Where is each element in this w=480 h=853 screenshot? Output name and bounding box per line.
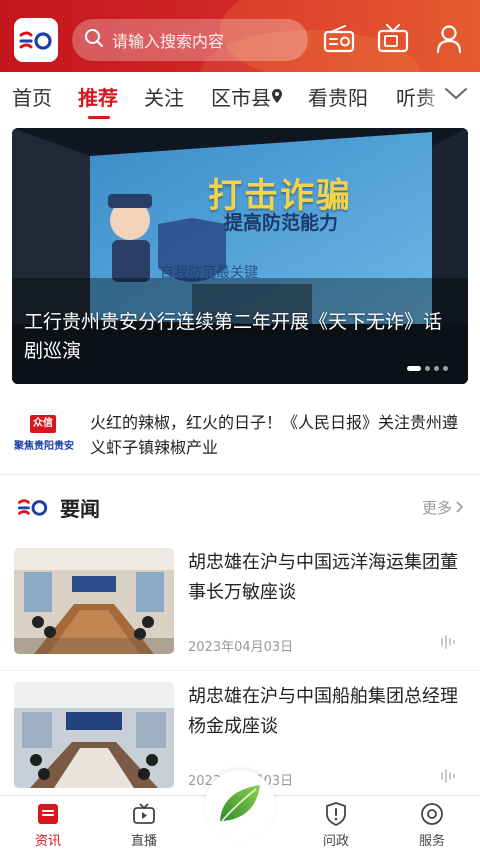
- carousel-dot: [443, 366, 448, 371]
- banner-screen-subtitle: 提高防范能力: [224, 212, 339, 234]
- bottom-tab-label: 资讯: [34, 834, 61, 849]
- service-icon: [420, 802, 444, 826]
- column-logo-top: 众信: [30, 415, 56, 433]
- tab-follow[interactable]: 关注: [144, 82, 184, 111]
- tab-watch-guiyang[interactable]: 看贵阳: [308, 82, 368, 111]
- column-logo-bottom: 聚焦贵阳贵安: [14, 441, 74, 452]
- section-title: 要闻: [60, 497, 100, 521]
- active-tab-indicator: [88, 116, 110, 119]
- app-header: 请输入搜索内容: [0, 0, 480, 72]
- featured-banner[interactable]: 打击诈骗 提高防范能力 自我防范最关键 工行贵州贵安分行连续第二年开展《天下无诈…: [12, 128, 468, 384]
- leaf-icon: [216, 781, 264, 829]
- bottom-tab-service[interactable]: 服务: [392, 796, 472, 853]
- news-item[interactable]: 胡忠雄在沪与中国远洋海运集团董事长万敏座谈 2023年04月03日: [0, 548, 480, 668]
- news-date: 2023年04月03日: [188, 640, 294, 655]
- center-leaf-button[interactable]: [205, 770, 275, 840]
- headline-notice[interactable]: 众信 聚焦贵阳贵安 火红的辣椒，红火的日子！《人民日报》关注贵州遵义虾子镇辣椒产…: [0, 405, 480, 465]
- section-header: 要闻 更多: [0, 490, 480, 526]
- carousel-dot-active: [407, 366, 421, 371]
- tab-recommend[interactable]: 推荐: [78, 82, 118, 111]
- news-thumbnail: [14, 548, 174, 654]
- user-icon[interactable]: [432, 22, 466, 56]
- search-placeholder: 请输入搜索内容: [112, 32, 225, 51]
- divider: [0, 670, 480, 671]
- banner-title: 工行贵州贵安分行连续第二年开展《天下无诈》话剧巡演: [24, 311, 443, 362]
- carousel-indicator: [407, 366, 448, 371]
- tab-districts[interactable]: 区市县: [211, 82, 283, 111]
- carousel-dot: [434, 366, 439, 371]
- chevron-down-icon[interactable]: [444, 86, 468, 105]
- bottom-tab-inquiry[interactable]: 问政: [296, 796, 376, 853]
- tab-home[interactable]: 首页: [12, 82, 52, 111]
- news-title: 胡忠雄在沪与中国船舶集团总经理杨金成座谈: [188, 686, 458, 737]
- bottom-tab-live[interactable]: 直播: [104, 796, 184, 853]
- radio-icon[interactable]: [322, 22, 356, 56]
- bottom-tab-label: 问政: [322, 834, 349, 849]
- tab-districts-label: 区市县: [211, 86, 271, 110]
- divider: [0, 474, 480, 475]
- live-tv-icon: [132, 802, 156, 826]
- notice-text: 火红的辣椒，红火的日子！《人民日报》关注贵州遵义虾子镇辣椒产业: [90, 413, 459, 457]
- banner-screen-slogan: 自我防范最关键: [160, 265, 258, 281]
- more-link[interactable]: 更多: [422, 497, 464, 518]
- location-pin-icon: [271, 86, 283, 110]
- audio-wave-icon[interactable]: [440, 634, 458, 654]
- bottom-tab-label: 直播: [130, 834, 157, 849]
- app-logo[interactable]: [14, 18, 58, 62]
- category-tabs: 首页 推荐 关注 区市县 看贵阳 听贵: [0, 72, 480, 124]
- chevron-right-icon: [456, 499, 464, 517]
- section-logo-icon: [16, 497, 50, 521]
- bottom-tab-news[interactable]: 资讯: [8, 796, 88, 853]
- search-input[interactable]: 请输入搜索内容: [72, 19, 308, 61]
- tv-icon[interactable]: [376, 22, 410, 56]
- carousel-dot: [425, 366, 430, 371]
- more-label: 更多: [421, 499, 452, 517]
- news-thumbnail: [14, 682, 174, 788]
- shield-icon: [325, 802, 347, 826]
- audio-wave-icon[interactable]: [440, 768, 458, 788]
- column-logo: 众信 聚焦贵阳贵安: [14, 415, 74, 457]
- news-title: 胡忠雄在沪与中国远洋海运集团董事长万敏座谈: [188, 552, 458, 603]
- news-icon: [37, 802, 59, 826]
- search-icon: [84, 28, 104, 52]
- bottom-tab-label: 服务: [418, 834, 445, 849]
